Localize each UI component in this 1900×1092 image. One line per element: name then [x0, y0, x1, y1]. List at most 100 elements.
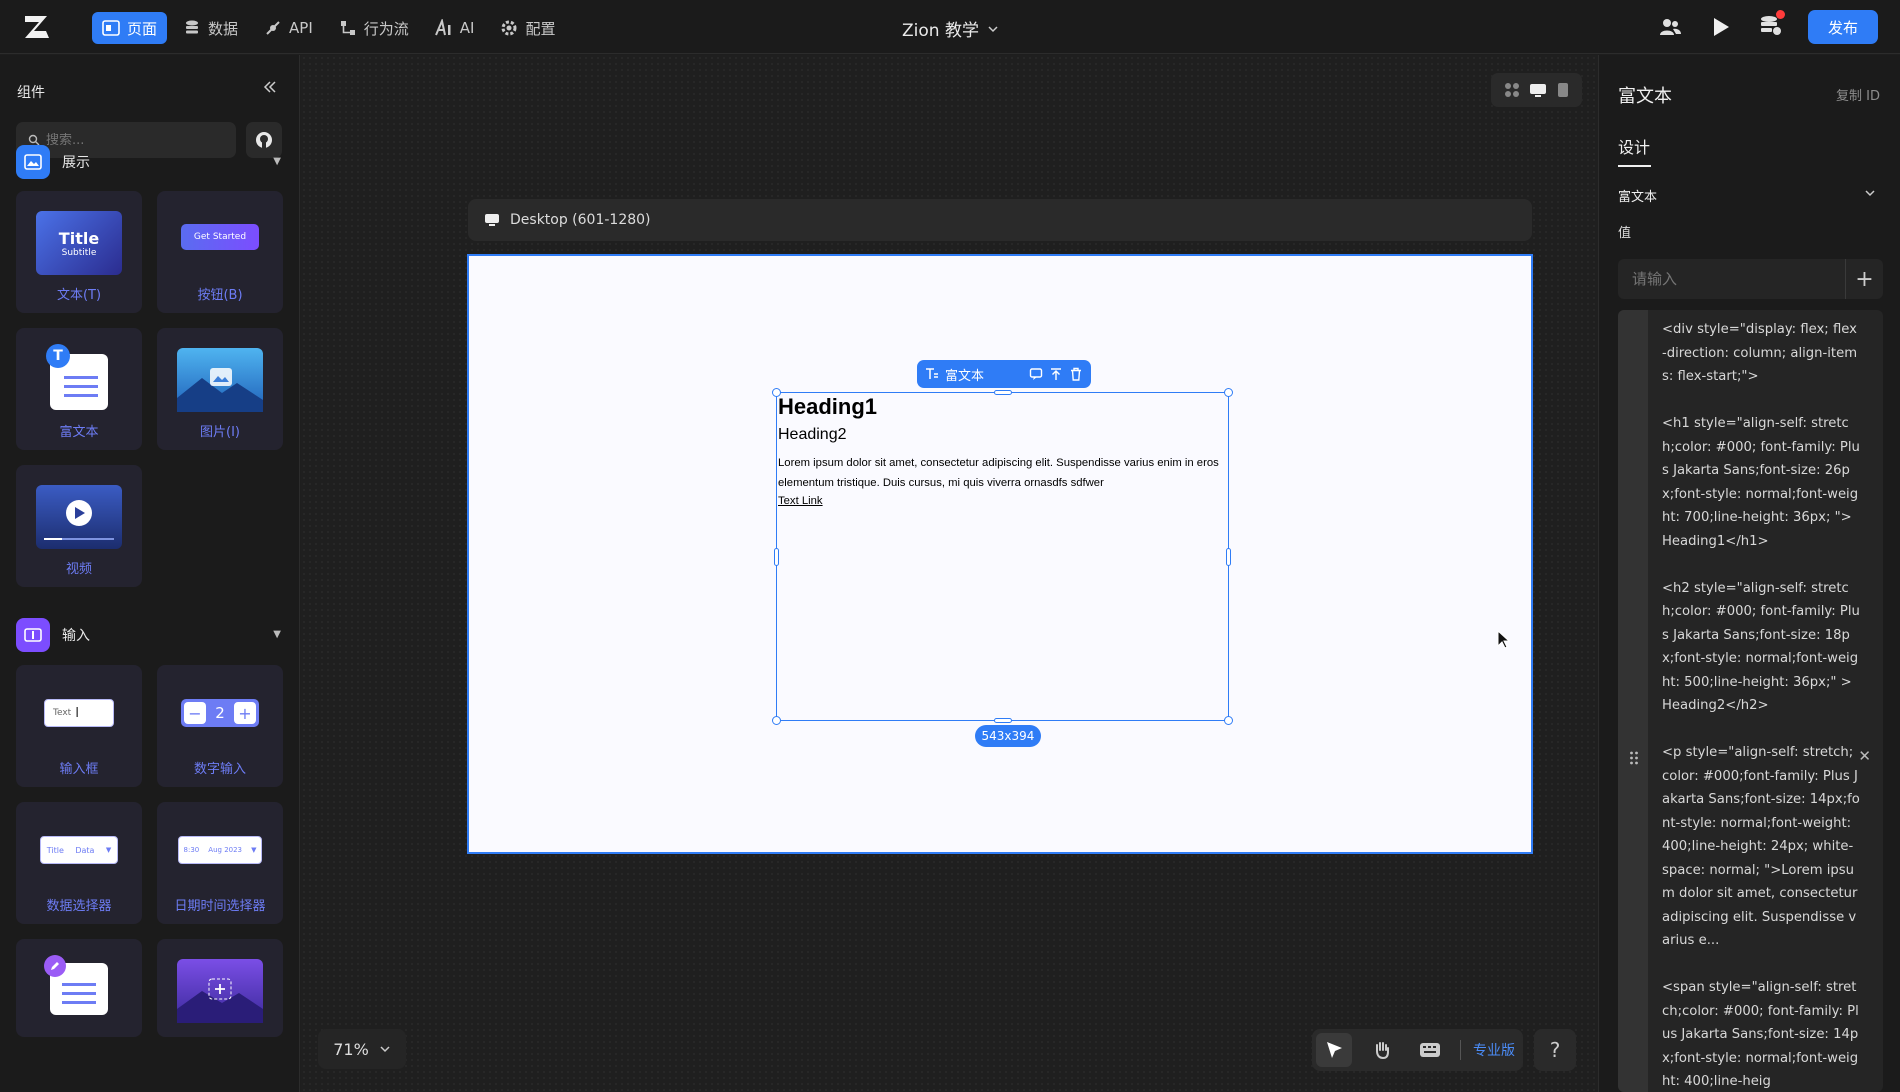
section-display-label: 展示 — [62, 155, 90, 171]
component-video[interactable]: 视频 — [16, 465, 142, 587]
nav-pages-label: 页面 — [127, 19, 158, 38]
keyboard-tool[interactable] — [1412, 1033, 1448, 1067]
component-data-select[interactable]: Title Data ▼ 数据选择器 — [16, 802, 142, 924]
resize-handle-tl[interactable] — [772, 388, 781, 397]
copy-id-button[interactable]: 复制 ID — [1836, 85, 1880, 104]
app-title-dropdown[interactable]: Zion 教学 — [902, 16, 999, 41]
trash-icon[interactable] — [1069, 367, 1083, 381]
display-section-icon — [16, 145, 50, 179]
data-select-thumb-b: Data — [75, 845, 95, 855]
component-image[interactable]: 图片(I) — [157, 328, 283, 450]
resize-handle-left[interactable] — [774, 548, 779, 566]
mobile-view-icon[interactable] — [1557, 82, 1569, 98]
nav-api-label: API — [289, 19, 313, 37]
component-image-label: 图片(I) — [200, 425, 240, 440]
section-display[interactable]: 展示 ▼ — [16, 145, 281, 179]
datetime-select-thumb: 8:30 Aug 2023 ▼ — [178, 836, 262, 864]
chevron-down-icon[interactable] — [1864, 187, 1876, 199]
resize-handle-right[interactable] — [1226, 548, 1231, 566]
add-value-button[interactable]: + — [1845, 259, 1883, 299]
text-thumb-subtitle: Subtitle — [61, 247, 97, 258]
publish-button[interactable]: 发布 — [1808, 10, 1878, 44]
nav-pages[interactable]: 页面 — [92, 12, 168, 44]
top-bar: 页面 数据 API 行为流 AI 配置 Zion 教学 发布 — [0, 0, 1900, 54]
frame-header[interactable]: Desktop (601-1280) — [468, 199, 1532, 241]
resize-handle-bl[interactable] — [772, 716, 781, 725]
zoom-control[interactable]: 71% — [318, 1029, 406, 1069]
value-input[interactable] — [1618, 270, 1845, 288]
selection-type-label: 富文本 — [945, 368, 985, 384]
play-icon[interactable] — [1708, 15, 1732, 39]
number-input-thumb: − 2 + — [181, 699, 259, 727]
notification-dot — [1776, 10, 1785, 19]
component-image-upload[interactable] — [157, 939, 283, 1037]
text-cursor-icon: I — [75, 705, 80, 721]
zion-logo-icon[interactable] — [22, 12, 52, 42]
database-icon — [186, 20, 199, 34]
resize-handle-tr[interactable] — [1224, 388, 1233, 397]
nav-flow[interactable]: 行为流 — [329, 12, 419, 44]
comment-icon[interactable] — [1029, 367, 1043, 381]
mouse-cursor-icon — [1497, 630, 1511, 649]
component-number-input[interactable]: − 2 + 数字输入 — [157, 665, 283, 787]
pencil-icon — [44, 955, 66, 977]
grid-view-icon[interactable] — [1504, 82, 1520, 98]
component-input[interactable]: Text I 输入框 — [16, 665, 142, 787]
drag-handle-icon[interactable] — [1629, 750, 1639, 766]
nav-data[interactable]: 数据 — [173, 12, 248, 44]
users-icon[interactable] — [1658, 15, 1682, 39]
component-data-select-label: 数据选择器 — [46, 899, 112, 914]
hand-tool[interactable] — [1364, 1033, 1400, 1067]
canvas-tools: 专业版 — [1312, 1029, 1523, 1071]
version-notification[interactable] — [1758, 10, 1785, 41]
component-video-label: 视频 — [65, 562, 92, 577]
resize-handle-br[interactable] — [1224, 716, 1233, 725]
component-datetime-select[interactable]: 8:30 Aug 2023 ▼ 日期时间选择器 — [157, 802, 283, 924]
move-up-icon[interactable] — [1049, 367, 1063, 381]
page-icon — [102, 20, 120, 36]
pointer-icon — [1327, 1042, 1342, 1058]
minus-icon: − — [184, 702, 206, 724]
component-rich-text[interactable]: T 富文本 — [16, 328, 142, 450]
input-thumb-text: Text — [53, 708, 72, 718]
selection-box[interactable] — [772, 388, 1233, 725]
rich-text-section-label[interactable]: 富文本 — [1618, 186, 1657, 205]
help-button[interactable]: ? — [1534, 1029, 1576, 1071]
component-button[interactable]: Get Started 按钮(B) — [157, 191, 283, 313]
gear-icon — [501, 20, 517, 36]
text-thumb-title: Title — [58, 228, 100, 248]
image-thumb — [177, 348, 263, 412]
rich-text-type-icon — [926, 368, 938, 379]
nav-config[interactable]: 配置 — [490, 12, 565, 44]
components-title: 组件 — [17, 85, 45, 101]
desktop-view-icon[interactable] — [1529, 82, 1547, 98]
frame-label: Desktop (601-1280) — [510, 212, 651, 228]
component-text[interactable]: Title Subtitle 文本(T) — [16, 191, 142, 313]
close-icon[interactable]: ✕ — [1858, 747, 1871, 765]
tab-design[interactable]: 设计 — [1618, 134, 1650, 158]
component-button-label: 按钮(B) — [197, 288, 243, 303]
datetime-thumb-b: Aug 2023 — [208, 846, 243, 854]
pro-version-link[interactable]: 专业版 — [1460, 1040, 1515, 1060]
text-thumb: Title Subtitle — [36, 211, 122, 275]
collapse-panel-icon[interactable] — [262, 79, 278, 95]
selection-toolbar: 富文本 — [917, 360, 1091, 388]
nav-ai[interactable]: AI — [425, 12, 485, 44]
app-title: Zion 教学 — [902, 21, 979, 41]
component-textarea[interactable] — [16, 939, 142, 1037]
nav-api[interactable]: API — [254, 12, 323, 44]
api-icon — [266, 21, 280, 35]
datetime-thumb-a: 8:30 — [183, 846, 200, 854]
select-tool[interactable] — [1316, 1033, 1352, 1067]
value-label: 值 — [1618, 226, 1632, 241]
resize-handle-top[interactable] — [994, 390, 1012, 395]
design-canvas[interactable]: Desktop (601-1280) Heading1 Heading2 Lor… — [301, 55, 1598, 1092]
resize-handle-bottom[interactable] — [994, 718, 1012, 723]
button-thumb: Get Started — [181, 224, 259, 250]
desktop-frame[interactable]: Heading1 Heading2 Lorem ipsum dolor sit … — [467, 254, 1533, 854]
rich-text-code-editor[interactable]: <div style="display: flex; flex-directio… — [1618, 310, 1883, 1092]
image-upload-thumb — [177, 959, 263, 1023]
keyboard-icon — [1420, 1043, 1440, 1057]
section-input[interactable]: 输入 ▼ — [16, 618, 281, 652]
component-input-label: 输入框 — [59, 762, 99, 777]
